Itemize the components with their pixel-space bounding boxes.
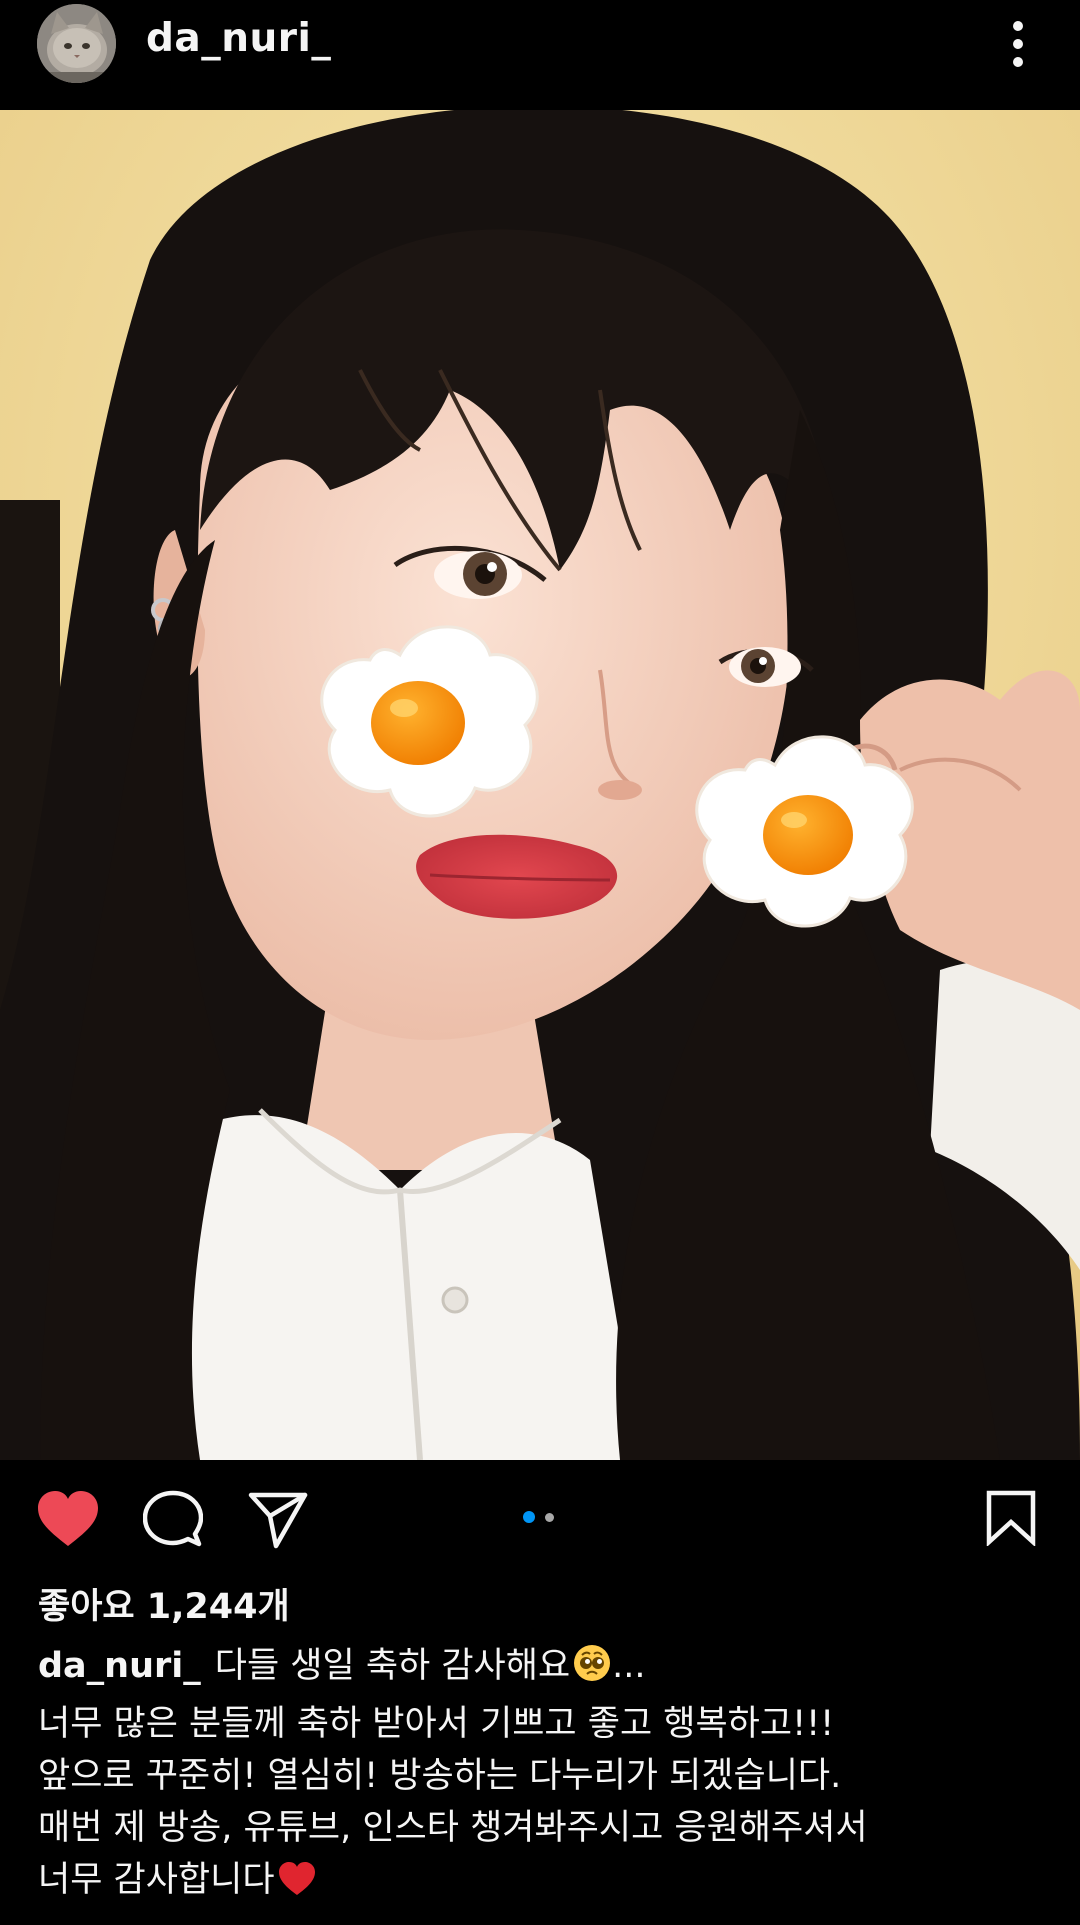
paper-plane-icon (248, 1492, 308, 1549)
post-action-bar (0, 1460, 1080, 1570)
likes-count[interactable]: 좋아요 1,244개 (38, 1578, 290, 1629)
comment-button[interactable] (143, 1490, 203, 1550)
selfie-photo-illustration (0, 110, 1080, 1460)
post-photo[interactable] (0, 110, 1080, 1460)
caption-line-4: 매번 제 방송, 유튜브, 인스타 챙겨봐주시고 응원해주셔서 (38, 1808, 868, 1848)
bookmark-icon (986, 1490, 1036, 1546)
pleading-face-emoji (572, 1643, 612, 1698)
post-header: da_nuri_ (0, 0, 1080, 110)
comment-bubble-icon (143, 1490, 203, 1547)
save-button[interactable] (985, 1490, 1037, 1546)
caption-text-5: 너무 감사합니다 (38, 1860, 275, 1900)
caption-line-1: da_nuri_ 다들 생일 축하 감사해요 ... (38, 1640, 1048, 1698)
carousel-indicator-inactive (545, 1513, 554, 1522)
heart-filled-icon (38, 1491, 98, 1546)
caption-text-1: 다들 생일 축하 감사해요 (214, 1646, 571, 1686)
red-heart-emoji (277, 1860, 317, 1912)
more-options-button[interactable] (1000, 14, 1036, 74)
caption-line-5-wrap: 너무 감사합니다 (38, 1854, 1048, 1912)
like-button[interactable] (36, 1490, 100, 1548)
profile-avatar[interactable] (37, 4, 116, 83)
post-caption: da_nuri_ 다들 생일 축하 감사해요 ... 너무 많은 분들께 축하 받… (38, 1640, 1048, 1912)
caption-username[interactable]: da_nuri_ (38, 1646, 201, 1686)
share-button[interactable] (248, 1490, 308, 1550)
caption-ellipsis: ... (612, 1646, 646, 1686)
more-vertical-icon (1013, 21, 1023, 67)
post-username[interactable]: da_nuri_ (146, 16, 331, 61)
carousel-indicator-active (523, 1511, 535, 1523)
caption-line-3: 앞으로 꾸준히! 열심히! 방송하는 다누리가 되겠습니다. (38, 1756, 842, 1796)
cat-avatar-image (37, 4, 116, 83)
caption-line-2: 너무 많은 분들께 축하 받아서 기쁘고 좋고 행복하고!!! (38, 1704, 835, 1744)
